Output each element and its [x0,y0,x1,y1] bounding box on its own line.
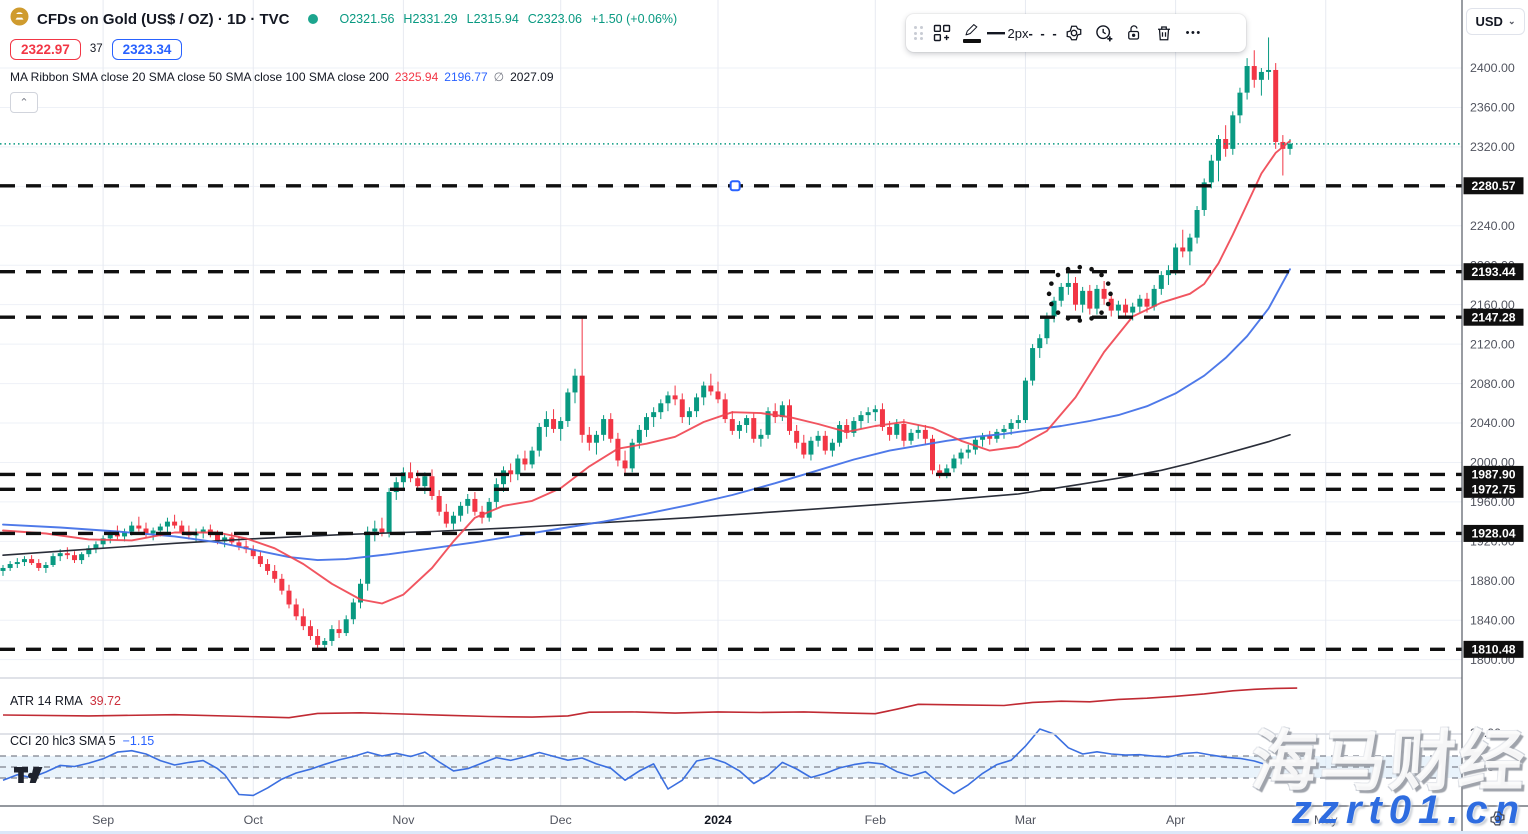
current-color-swatch [963,39,981,43]
currency-label: USD [1476,14,1503,29]
cci-legend[interactable]: CCI 20 hlc3 SMA 5 −1.15 [10,734,154,748]
ohlc-low: L2315.94 [467,12,519,26]
gold-coin-icon [10,7,29,31]
svg-text:1928.04: 1928.04 [1471,527,1515,541]
color-button[interactable] [957,18,987,48]
time-axis-label: Feb [865,813,886,827]
legend-collapse-button[interactable]: ⌃ [10,92,38,113]
line-anchor-handle[interactable] [731,181,740,190]
cci-value: −1.15 [123,734,155,748]
ohlc-values: O2321.56 H2331.29 L2315.94 C2323.06 +1.5… [340,12,678,26]
gear-icon [1064,23,1084,43]
layout-add-icon [932,23,952,43]
ma-ribbon-label: MA Ribbon SMA close 20 SMA close 50 SMA … [10,70,389,84]
price-axis-label: 2080.00 [1470,377,1515,391]
price-axis-label: 2320.00 [1470,140,1515,154]
more-options-button[interactable]: ••• [1179,18,1209,48]
time-axis-label: Apr [1166,813,1185,827]
sma100-value: 2196.77 [444,70,487,84]
line-style-button[interactable]: - - - [1028,18,1058,48]
ellipsis-icon: ••• [1186,27,1202,39]
time-axis-label: Mar [1015,813,1036,827]
ohlc-open: O2321.56 [340,12,395,26]
ohlc-high: H2331.29 [403,12,457,26]
time-axis-label: Dec [550,813,572,827]
atr-value: 39.72 [90,694,121,708]
time-axis-settings-button[interactable] [1488,809,1507,833]
drawing-toolbar: 2px - - - ••• [906,14,1246,52]
price-axis-label: 1880.00 [1470,574,1515,588]
line-width-label: 2px [1008,26,1029,41]
trash-icon [1155,23,1173,43]
svg-text:2147.28: 2147.28 [1471,311,1515,325]
tradingview-chart-window: 1800.001840.001880.001920.001960.002000.… [0,0,1528,834]
chart-legend: CFDs on Gold (US$ / OZ) · 1D · TVC O2321… [10,8,677,113]
lock-open-icon [1125,23,1143,43]
price-axis-label: 1840.00 [1470,613,1515,627]
delete-button[interactable] [1149,18,1179,48]
buy-button[interactable]: 2323.34 [112,39,183,60]
tradingview-logo-icon [14,763,44,787]
pencil-icon [963,24,980,38]
drag-handle-icon[interactable] [914,26,923,40]
time-axis-label: Nov [392,813,415,827]
sma-empty-value: ∅ [494,70,504,84]
time-axis[interactable]: Sep Oct Nov Dec 2024 Feb Mar Apr May [0,806,1528,827]
horizontal-level-lines[interactable] [0,186,1462,650]
cci-title: CCI 20 hlc3 SMA 5 [10,734,116,748]
svg-text:2280.57: 2280.57 [1471,179,1515,193]
atr-title: ATR 14 RMA [10,694,83,708]
settings-button[interactable] [1059,18,1089,48]
dashed-line-icon: - - - [1028,26,1058,41]
price-axis-label: 2400.00 [1470,61,1515,75]
symbol-title[interactable]: CFDs on Gold (US$ / OZ) · 1D · TVC [37,11,290,28]
time-axis-label: Oct [244,813,264,827]
price-axis-label: 2120.00 [1470,337,1515,351]
lock-button[interactable] [1119,18,1149,48]
price-axis-label: 2240.00 [1470,219,1515,233]
cci-axis-label: 0.00 [1470,760,1494,774]
gear-icon [1488,809,1507,828]
alert-clock-plus-icon [1094,23,1114,43]
ma-ribbon-legend[interactable]: MA Ribbon SMA close 20 SMA close 50 SMA … [10,70,677,84]
pane-separators [0,678,1528,734]
template-button[interactable] [927,18,957,48]
market-status-icon[interactable] [308,14,318,24]
tradingview-logo[interactable] [14,763,44,792]
sell-button[interactable]: 2322.97 [10,39,81,60]
add-alert-button[interactable] [1089,18,1119,48]
time-axis-label: Sep [92,813,114,827]
svg-text:2193.44: 2193.44 [1471,265,1515,279]
indicator-lines [3,688,1297,795]
atr-legend[interactable]: ATR 14 RMA 39.72 [10,694,121,708]
sma20-value: 2325.94 [395,70,438,84]
ohlc-change: +1.50 (+0.06%) [591,12,677,26]
chevron-down-icon: ⌄ [1508,16,1516,27]
time-axis-label: May [1314,813,1338,827]
svg-text:1810.48: 1810.48 [1471,643,1515,657]
sma200-value: 2027.09 [510,70,553,84]
chevron-up-icon: ⌃ [19,96,28,109]
grid-lines [0,0,1462,806]
ohlc-close: C2323.06 [528,12,582,26]
line-width-button[interactable]: 2px [987,18,1029,48]
svg-text:1972.75: 1972.75 [1471,483,1515,497]
price-axis-label: 2040.00 [1470,416,1515,430]
atr-axis-label: 25.00 [1470,726,1501,740]
currency-dropdown[interactable]: USD ⌄ [1466,8,1525,35]
svg-text:1987.90: 1987.90 [1471,468,1515,482]
spread-value: 37 [90,43,103,55]
line-width-icon [987,30,1005,36]
price-axis-label: 2360.00 [1470,101,1515,115]
chart-canvas[interactable]: 1800.001840.001880.001920.001960.002000.… [0,0,1528,834]
price-axis[interactable]: 1800.001840.001880.001920.001960.002000.… [1462,0,1528,834]
time-axis-label: 2024 [704,813,732,827]
